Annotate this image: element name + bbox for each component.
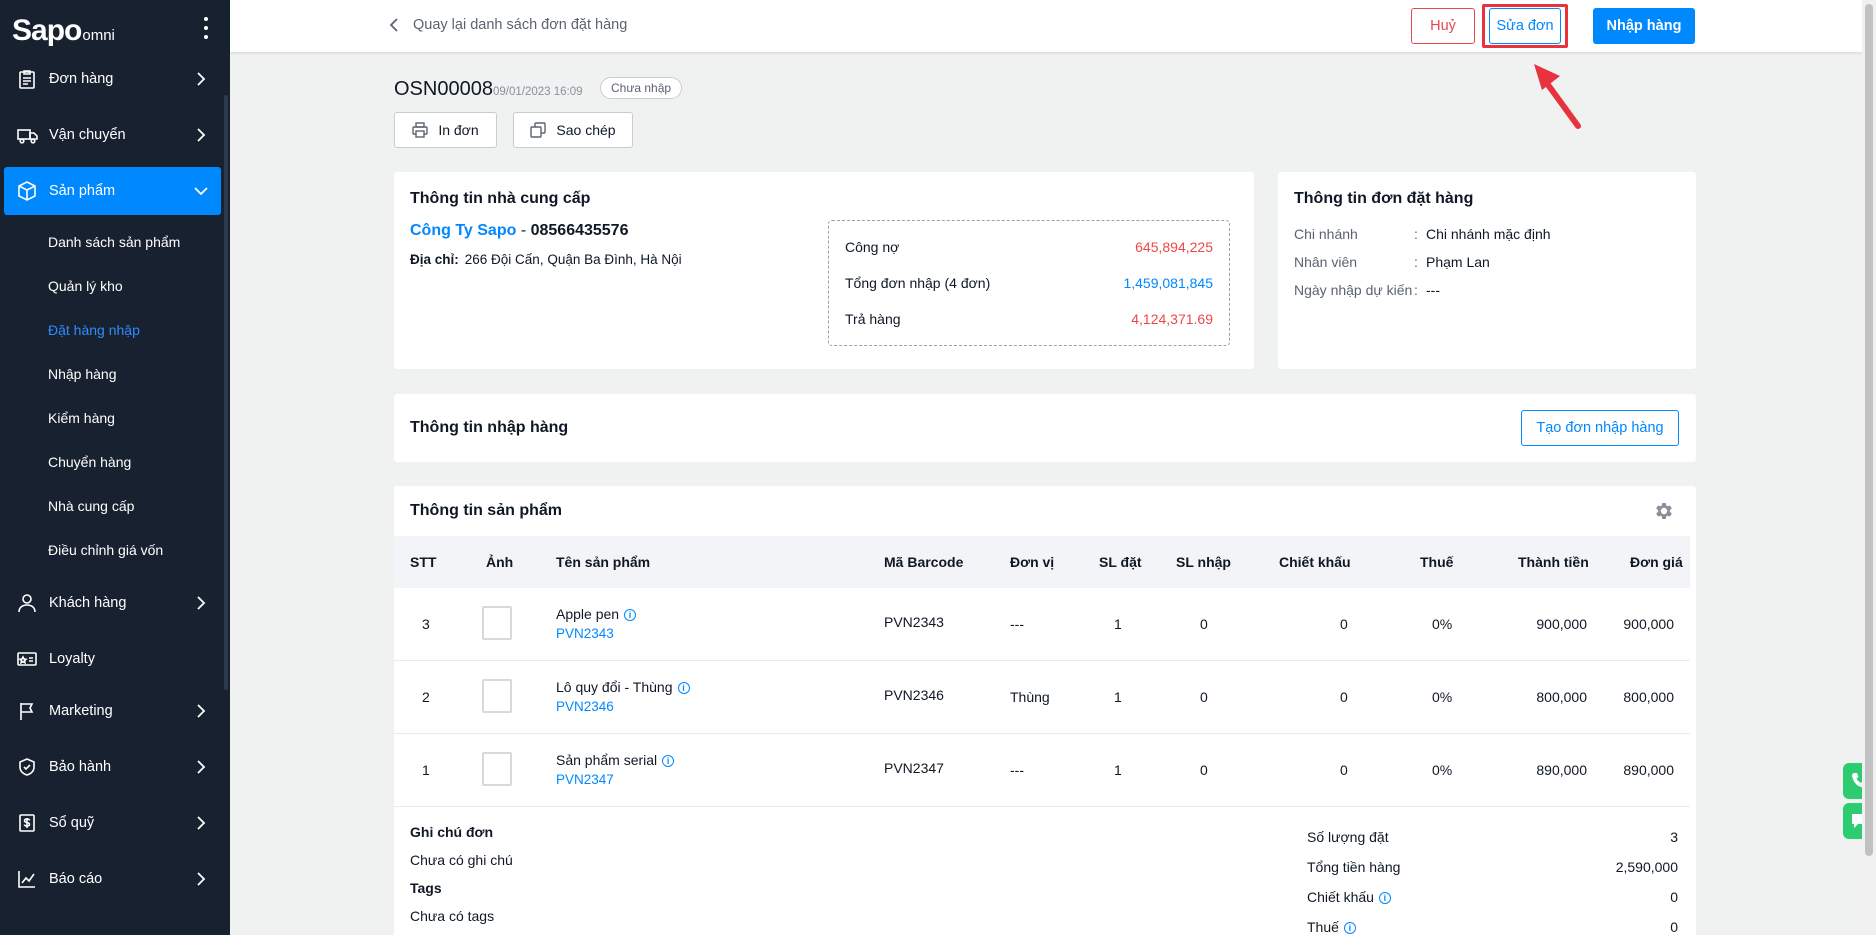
copy-button[interactable]: Sao chép bbox=[513, 112, 633, 148]
summary-tax: Thuế i 0 bbox=[1307, 919, 1678, 935]
chevron-down-icon bbox=[194, 187, 208, 196]
copy-icon bbox=[530, 122, 547, 138]
pointer-arrow-icon bbox=[1534, 64, 1581, 129]
supplier-card: Thông tin nhà cung cấp Công Ty Sapo - 08… bbox=[394, 172, 1254, 369]
chevron-right-icon bbox=[197, 760, 206, 774]
products-card: Thông tin sản phẩm STT Ảnh Tên sản phẩm … bbox=[394, 486, 1696, 935]
top-bar: Quay lại danh sách đơn đặt hàng Huỷ Sửa … bbox=[230, 0, 1862, 52]
order-info-card: Thông tin đơn đặt hàng Chi nhánh: Chi nhá… bbox=[1278, 172, 1696, 369]
nav-item-shipping[interactable]: Vận chuyển bbox=[4, 111, 221, 159]
sub-item-receive-goods[interactable]: Nhập hàng bbox=[48, 366, 117, 382]
sub-item-stock-check[interactable]: Kiểm hàng bbox=[48, 410, 115, 426]
cancel-button[interactable]: Huỷ bbox=[1411, 8, 1475, 44]
chevron-right-icon bbox=[197, 596, 206, 610]
summary-qty: Số lượng đặt 3 bbox=[1307, 829, 1678, 845]
sub-item-inventory[interactable]: Quản lý kho bbox=[48, 278, 123, 294]
supplier-phone: 08566435576 bbox=[530, 222, 629, 239]
nav-item-loyalty[interactable]: Loyalty bbox=[4, 635, 221, 683]
tags-value: Chưa có tags bbox=[410, 908, 495, 924]
info-row-staff: Nhân viên: Phạm Lan bbox=[1294, 254, 1490, 270]
table-row[interactable]: 3 Apple pen i PVN2343 PVN2343 --- 1 0 0 0… bbox=[394, 588, 1690, 661]
info-icon[interactable]: i bbox=[677, 682, 690, 694]
create-import-button[interactable]: Tạo đơn nhập hàng bbox=[1521, 410, 1679, 446]
order-info-title: Thông tin đơn đặt hàng bbox=[1294, 190, 1474, 207]
card-icon bbox=[15, 647, 39, 671]
nav-item-warranty[interactable]: Bảo hành bbox=[4, 743, 221, 791]
note-value: Chưa có ghi chú bbox=[410, 852, 513, 868]
info-icon[interactable]: i bbox=[1378, 892, 1391, 904]
import-info-card: Thông tin nhập hàng bbox=[394, 394, 1696, 462]
page-scrollbar-thumb[interactable] bbox=[1865, 4, 1873, 856]
import-info-title: Thông tin nhập hàng bbox=[410, 419, 569, 436]
summary-discount: Chiết khấu i 0 bbox=[1307, 889, 1678, 905]
table-row[interactable]: 2 Lô quy đổi - Thùng i PVN2346 PVN2346 Th… bbox=[394, 661, 1690, 734]
supplier-debt-box: Công nợ 645,894,225 Tổng đơn nhập (4 đơn… bbox=[828, 220, 1230, 346]
returns-row: Trả hàng 4,124,371.69 bbox=[845, 311, 1213, 327]
user-icon bbox=[15, 591, 39, 615]
image-placeholder-icon bbox=[482, 606, 512, 640]
order-date: 09/01/2023 16:09 bbox=[493, 86, 583, 98]
chevron-right-icon bbox=[197, 128, 206, 142]
info-icon[interactable]: i bbox=[1343, 922, 1356, 934]
product-sku-link[interactable]: PVN2347 bbox=[556, 772, 614, 787]
nav-item-marketing[interactable]: Marketing bbox=[4, 687, 221, 735]
box-icon bbox=[15, 179, 39, 203]
flag-icon bbox=[15, 699, 39, 723]
status-badge: Chưa nhập bbox=[600, 77, 683, 99]
sapo-logo[interactable]: Sapo omni bbox=[12, 12, 115, 46]
image-placeholder-icon bbox=[482, 752, 512, 786]
sub-item-suppliers[interactable]: Nhà cung cấp bbox=[48, 498, 134, 514]
highlight-box bbox=[1482, 4, 1568, 48]
info-icon[interactable]: i bbox=[624, 609, 637, 621]
product-sku-link[interactable]: PVN2346 bbox=[556, 699, 614, 714]
supplier-name-link[interactable]: Công Ty Sapo bbox=[410, 222, 516, 239]
supplier-title: Thông tin nhà cung cấp bbox=[410, 190, 591, 207]
note-title: Ghi chú đơn bbox=[410, 824, 494, 840]
nav-item-customers[interactable]: Khách hàng bbox=[4, 579, 221, 627]
chevron-right-icon bbox=[197, 816, 206, 830]
nav-item-products[interactable]: Sản phẩm bbox=[4, 167, 221, 215]
chevron-left-icon bbox=[390, 18, 398, 32]
nav-item-orders[interactable]: Đơn hàng bbox=[4, 55, 221, 103]
debt-row: Công nợ 645,894,225 bbox=[845, 239, 1213, 255]
image-placeholder-icon bbox=[482, 679, 512, 713]
back-link[interactable]: Quay lại danh sách đơn đặt hàng bbox=[390, 17, 627, 33]
print-button[interactable]: In đơn bbox=[394, 112, 497, 148]
info-row-branch: Chi nhánh: Chi nhánh mặc định bbox=[1294, 226, 1551, 242]
sidebar: Sapo omni Đơn hàng Vận chuyển Sản phẩm D… bbox=[0, 0, 230, 935]
sidebar-scrollbar[interactable] bbox=[224, 95, 228, 690]
clipboard-icon bbox=[15, 67, 39, 91]
shield-icon bbox=[15, 755, 39, 779]
gear-icon[interactable] bbox=[1653, 500, 1675, 522]
products-title: Thông tin sản phẩm bbox=[410, 502, 562, 519]
cashbook-icon bbox=[15, 811, 39, 835]
sub-item-purchase-orders[interactable]: Đặt hàng nhập bbox=[48, 322, 140, 338]
chevron-right-icon bbox=[197, 872, 206, 886]
summary-subtotal: Tổng tiền hàng 2,590,000 bbox=[1307, 859, 1678, 875]
more-menu-icon[interactable] bbox=[200, 17, 212, 39]
info-row-expected-date: Ngày nhập dự kiến: --- bbox=[1294, 282, 1440, 298]
sub-item-product-list[interactable]: Danh sách sản phẩm bbox=[48, 234, 180, 250]
page-scrollbar[interactable] bbox=[1862, 0, 1876, 935]
supplier-address: Địa chỉ: 266 Đội Cấn, Quận Ba Đình, Hà Nộ… bbox=[410, 252, 682, 267]
total-import-row: Tổng đơn nhập (4 đơn) 1,459,081,845 bbox=[845, 275, 1213, 291]
truck-icon bbox=[15, 123, 39, 147]
chevron-right-icon bbox=[197, 72, 206, 86]
sub-item-cost-adjust[interactable]: Điều chỉnh giá vốn bbox=[48, 542, 163, 558]
order-code: OSN00008 bbox=[394, 78, 493, 100]
printer-icon bbox=[412, 122, 429, 138]
nav-item-reports[interactable]: Báo cáo bbox=[4, 855, 221, 903]
chart-icon bbox=[15, 867, 39, 891]
product-sku-link[interactable]: PVN2343 bbox=[556, 626, 614, 641]
supplier-name-line: Công Ty Sapo - 08566435576 bbox=[410, 222, 629, 239]
sub-item-transfer[interactable]: Chuyển hàng bbox=[48, 454, 131, 470]
table-row[interactable]: 1 Sản phẩm serial i PVN2347 PVN2347 --- 1… bbox=[394, 734, 1690, 807]
info-icon[interactable]: i bbox=[662, 755, 675, 767]
tags-title: Tags bbox=[410, 880, 442, 896]
import-goods-button[interactable]: Nhập hàng bbox=[1593, 8, 1695, 44]
nav-item-cashbook[interactable]: Sổ quỹ bbox=[4, 799, 221, 847]
products-table-header: STT Ảnh Tên sản phẩm Mã Barcode Đơn vị S… bbox=[394, 536, 1690, 588]
chevron-right-icon bbox=[197, 704, 206, 718]
